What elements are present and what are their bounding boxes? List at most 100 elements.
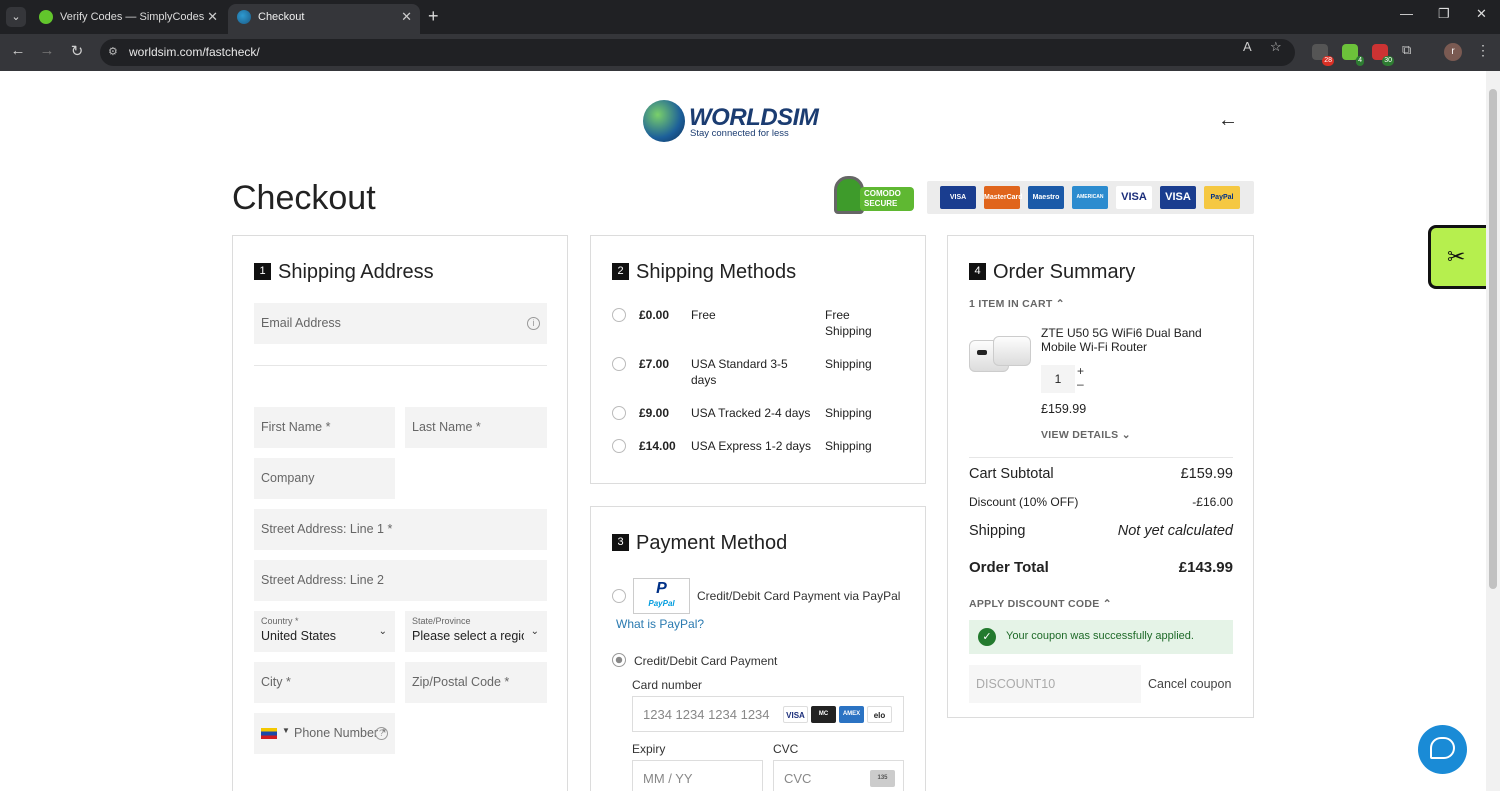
mastercard-icon: MC xyxy=(811,706,836,723)
forward-arrow-icon[interactable]: → xyxy=(37,42,57,59)
reload-icon[interactable]: ↻ xyxy=(67,42,87,60)
zip-field[interactable]: Zip/Postal Code * xyxy=(405,662,547,703)
shipping-address-panel: 1 Shipping Address Email Address i First… xyxy=(232,235,568,791)
order-total-value: £143.99 xyxy=(1178,559,1233,576)
simplycodes-extension-icon[interactable]: 4 xyxy=(1342,44,1364,66)
paypal-option-label[interactable]: Credit/Debit Card Payment via PayPal xyxy=(697,589,900,603)
street-line2-field[interactable]: Street Address: Line 2 xyxy=(254,560,547,601)
mastercard-logo: MasterCard xyxy=(984,186,1023,209)
phone-field[interactable]: ▼ Phone Number * ? xyxy=(254,713,395,754)
amex-icon: AMEX xyxy=(839,706,864,723)
close-tab-icon[interactable]: ✕ xyxy=(401,4,412,30)
amex-logo: AMERICAN EXPRESS xyxy=(1072,186,1108,223)
card-number-input[interactable]: 1234 1234 1234 1234 VISA MC AMEX elo xyxy=(632,696,904,732)
panel-title: Payment Method xyxy=(636,532,788,554)
flag-icon[interactable] xyxy=(261,728,277,739)
discount-label: Discount (10% OFF) xyxy=(969,495,1079,509)
router-screen xyxy=(977,350,987,355)
coupon-code-input[interactable]: DISCOUNT10 xyxy=(969,665,1141,703)
site-settings-icon[interactable]: ⚙ xyxy=(108,45,118,58)
profile-avatar[interactable]: r xyxy=(1444,43,1462,61)
tab-search-chevron-icon[interactable]: ⌄ xyxy=(6,7,26,27)
worldsim-favicon-icon xyxy=(237,10,251,24)
router-back xyxy=(993,336,1031,366)
extension-icon[interactable]: 30 xyxy=(1372,44,1394,66)
subtotal-label: Cart Subtotal xyxy=(969,466,1054,482)
country-select[interactable]: Country * United States ⌄ xyxy=(254,611,395,652)
address-bar[interactable]: ⚙ worldsim.com/fastcheck/ xyxy=(100,39,1295,66)
step-number: 1 xyxy=(254,263,271,280)
quantity-input[interactable]: 1 xyxy=(1041,365,1075,393)
info-icon[interactable]: ? xyxy=(375,727,388,740)
back-arrow-icon[interactable]: ← xyxy=(1218,109,1238,132)
email-field[interactable]: Email Address i xyxy=(254,303,547,344)
panel-title: Shipping Address xyxy=(278,261,434,283)
shipping-value: Not yet calculated xyxy=(1117,523,1233,539)
chevron-down-icon: ⌄ xyxy=(1121,429,1131,441)
cancel-coupon-button[interactable]: Cancel coupon xyxy=(1148,677,1231,691)
what-is-paypal-link[interactable]: What is PayPal? xyxy=(616,617,704,631)
chevron-up-icon: ⌃ xyxy=(1055,298,1065,310)
close-window-icon[interactable]: ✕ xyxy=(1476,6,1487,22)
tab-verify-codes[interactable]: Verify Codes — SimplyCodes ✕ xyxy=(30,4,226,34)
payment-method-panel: 3 Payment Method P PayPal Credit/Debit C… xyxy=(590,506,926,791)
paypal-radio[interactable] xyxy=(612,589,626,603)
product-price: £159.99 xyxy=(1041,402,1087,416)
close-tab-icon[interactable]: ✕ xyxy=(207,4,218,30)
quantity-decrease-icon[interactable]: – xyxy=(1077,378,1084,390)
minimize-icon[interactable]: — xyxy=(1400,6,1413,21)
shipping-radio[interactable] xyxy=(612,406,626,420)
checkout-page: WORLDSIM Stay connected for less ← Check… xyxy=(0,71,1500,791)
order-total-label: Order Total xyxy=(969,559,1049,576)
translate-icon[interactable]: A xyxy=(1243,39,1252,54)
step-number: 4 xyxy=(969,263,986,280)
first-name-field[interactable]: First Name * xyxy=(254,407,395,448)
panel-title: Shipping Methods xyxy=(636,261,797,283)
comodo-secure-badge: COMODO SECURE xyxy=(834,174,914,216)
info-icon[interactable]: i xyxy=(527,317,540,330)
street-line1-field[interactable]: Street Address: Line 1 * xyxy=(254,509,547,550)
bookmark-star-icon[interactable]: ☆ xyxy=(1270,39,1282,55)
state-select[interactable]: State/Province Please select a region ⌄ xyxy=(405,611,547,652)
page-scrollbar[interactable] xyxy=(1486,71,1500,791)
panel-title: Order Summary xyxy=(993,261,1136,283)
cvc-input[interactable]: CVC 135 xyxy=(773,760,904,791)
tab-checkout[interactable]: Checkout ✕ xyxy=(228,4,420,34)
visa-logo: VISA xyxy=(1160,186,1196,209)
scrollbar-thumb[interactable] xyxy=(1489,89,1497,589)
company-field[interactable]: Company xyxy=(254,458,395,499)
visa-logo: VISA xyxy=(1116,186,1152,209)
expiry-input[interactable]: MM / YY xyxy=(632,760,763,791)
tab-title: Verify Codes — SimplyCodes xyxy=(60,11,205,23)
expiry-label: Expiry xyxy=(632,742,666,756)
simplycodes-favicon-icon xyxy=(39,10,53,24)
caret-down-icon[interactable]: ▼ xyxy=(282,726,290,735)
divider xyxy=(254,365,547,366)
shipping-radio[interactable] xyxy=(612,308,626,322)
order-summary-panel: 4 Order Summary 1 ITEM IN CART ⌃ ZTE U50… xyxy=(947,235,1254,718)
chat-button[interactable] xyxy=(1418,725,1467,774)
extension-icon[interactable]: 28 xyxy=(1312,44,1334,66)
extensions-puzzle-icon[interactable]: ⧉ xyxy=(1402,42,1411,58)
quantity-increase-icon[interactable]: + xyxy=(1077,365,1084,377)
card-radio[interactable] xyxy=(612,653,626,667)
visa-card-icon: VISA xyxy=(783,706,808,723)
product-name[interactable]: ZTE U50 5G WiFi6 Dual Band Mobile Wi-Fi … xyxy=(1041,326,1221,354)
city-field[interactable]: City * xyxy=(254,662,395,703)
apply-discount-toggle[interactable]: APPLY DISCOUNT CODE ⌃ xyxy=(969,598,1112,610)
shipping-radio[interactable] xyxy=(612,357,626,371)
worldsim-logo[interactable]: WORLDSIM Stay connected for less xyxy=(643,100,823,144)
simplycodes-float-button[interactable]: ✂ xyxy=(1428,225,1486,289)
items-in-cart-toggle[interactable]: 1 ITEM IN CART ⌃ xyxy=(969,298,1065,310)
back-arrow-icon[interactable]: ← xyxy=(8,42,28,59)
url-text: worldsim.com/fastcheck/ xyxy=(129,45,260,59)
restore-icon[interactable]: ❐ xyxy=(1438,6,1450,22)
browser-menu-icon[interactable]: ⋮ xyxy=(1476,42,1490,59)
paypal-logo: PayPal xyxy=(1204,186,1240,209)
last-name-field[interactable]: Last Name * xyxy=(405,407,547,448)
new-tab-plus-icon[interactable]: + xyxy=(428,6,439,26)
secure-badge-label: COMODO SECURE xyxy=(860,187,914,211)
shipping-radio[interactable] xyxy=(612,439,626,453)
view-details-toggle[interactable]: VIEW DETAILS ⌄ xyxy=(1041,429,1131,441)
card-option-label[interactable]: Credit/Debit Card Payment xyxy=(634,654,777,668)
